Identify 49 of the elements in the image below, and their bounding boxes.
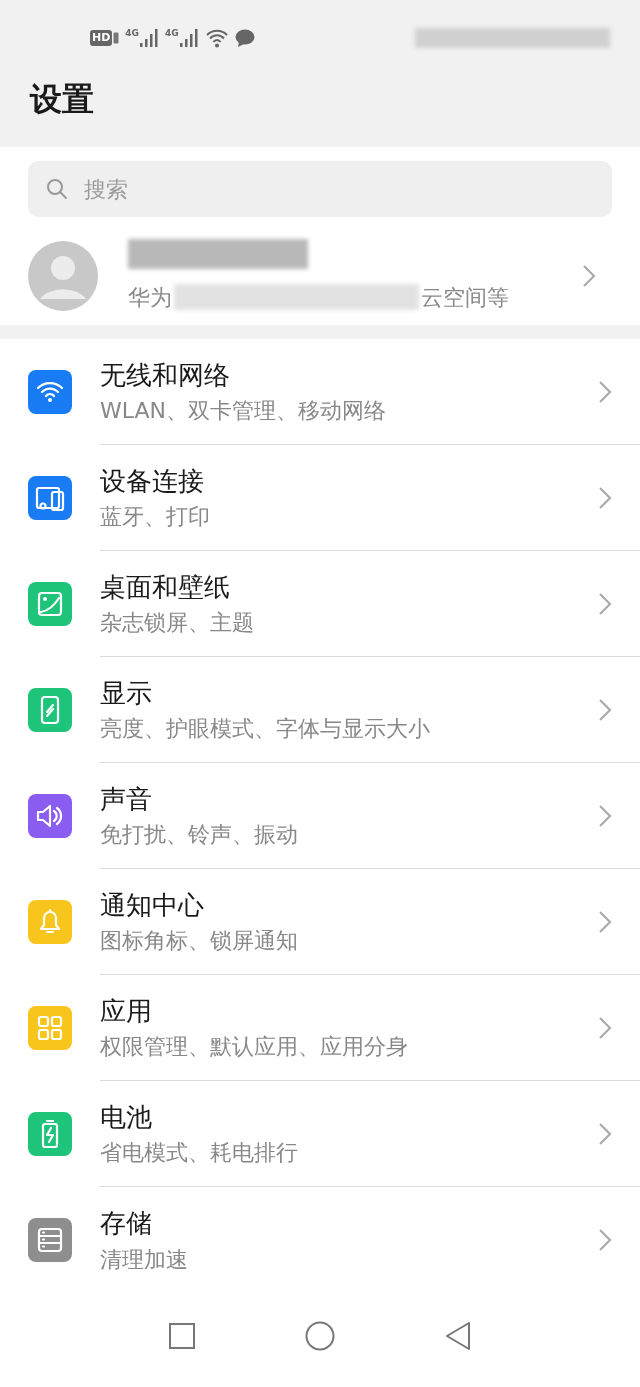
item-subtitle: 权限管理、默认应用、应用分身 [100,1033,409,1061]
settings-item[interactable]: 桌面和壁纸 杂志锁屏、主题 [0,551,640,657]
chevron-icon [598,909,612,934]
item-subtitle: 图标角标、锁屏通知 [100,927,299,955]
page-title: 设置 [28,83,95,115]
chevron-icon [598,1228,612,1252]
message-icon [234,28,255,47]
settings-item[interactable]: 无线和网络 WLAN、双卡管理、移动网络 [0,339,640,445]
item-title: 声音 [100,782,153,815]
settings-item[interactable]: 设备连接 蓝牙、打印 [0,445,640,551]
chevron-icon [598,591,612,616]
item-subtitle: 蓝牙、打印 [100,503,211,531]
settings-item[interactable]: 通知中心 图标角标、锁屏通知 [0,869,640,975]
settings-item[interactable]: 电池 省电模式、耗电排行 [0,1081,640,1187]
item-title: 应用 [100,994,153,1027]
chevron-icon [598,1121,612,1146]
item-title: 电池 [100,1100,153,1133]
chevron-icon [598,379,612,404]
item-subtitle: 清理加速 [100,1245,189,1273]
back-icon[interactable] [445,1321,471,1351]
wifi-icon [204,27,229,48]
chevron-icon [598,1015,612,1040]
avatar-icon [28,241,98,311]
chevron-icon [598,697,612,722]
settings-item[interactable]: 显示 亮度、护眼模式、字体与显示大小 [0,657,640,763]
account-subtitle: 云空间等 [421,283,509,312]
chevron-icon [582,264,596,288]
item-subtitle: 杂志锁屏、主题 [100,609,255,637]
recent-apps-icon[interactable] [169,1323,195,1349]
search-icon [46,178,68,200]
settings-item[interactable]: 存储 清理加速 [0,1187,640,1293]
account-row[interactable]: 华为 云空间等 [0,227,640,339]
item-subtitle: WLAN、双卡管理、移动网络 [100,397,388,425]
item-title: 设备连接 [100,464,205,497]
item-title: 无线和网络 [100,358,231,391]
home-icon[interactable] [305,1321,335,1351]
item-subtitle: 免打扰、铃声、振动 [100,821,299,849]
item-title: 显示 [100,676,153,709]
search-field[interactable]: 搜索 [28,161,612,217]
account-subtitle: 华为 [128,283,172,312]
item-subtitle: 亮度、护眼模式、字体与显示大小 [100,715,431,743]
item-title: 桌面和壁纸 [100,570,231,603]
chevron-icon [598,485,612,510]
item-title: 通知中心 [100,888,205,921]
item-subtitle: 省电模式、耗电排行 [100,1139,299,1167]
chevron-icon [598,803,612,828]
settings-item[interactable]: 声音 免打扰、铃声、振动 [0,763,640,869]
item-title: 存储 [100,1207,153,1240]
settings-item[interactable]: 应用 权限管理、默认应用、应用分身 [0,975,640,1081]
